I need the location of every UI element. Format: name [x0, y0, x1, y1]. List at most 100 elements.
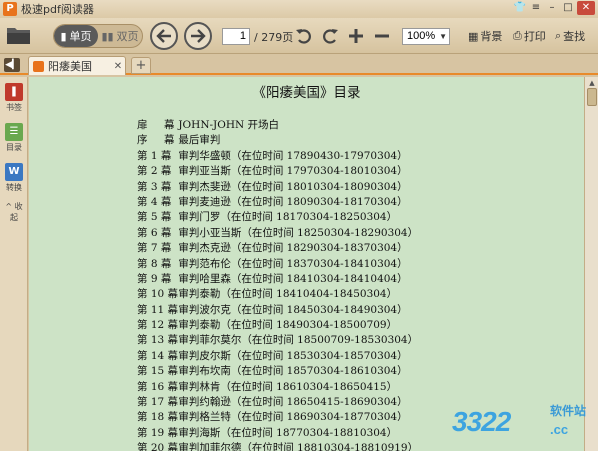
toc-entry: 第 4 幕 审判麦迪逊（在位时间 18090304-18170304） [137, 195, 418, 210]
double-page-button[interactable]: ▮▮ 双页 [98, 25, 142, 47]
toc-entry-text: 最后审判 [178, 134, 221, 147]
toc-entry: 第 1 幕 审判华盛顿（在位时间 17890430-17970304） [137, 149, 418, 164]
tab-bar: ◀▎ 阳痿美国 ✕ + [0, 55, 598, 75]
toc-entry-text: 审判杰斐逊（在位时间 18010304-18090304） [178, 180, 408, 193]
toc-entry-label: 第 10 幕 [137, 288, 179, 301]
tab-document[interactable]: 阳痿美国 ✕ [28, 56, 126, 75]
double-page-icon: ▮▮ [101, 29, 114, 43]
tab-label: 阳痿美国 [48, 60, 92, 73]
double-page-label: 双页 [116, 30, 139, 43]
scroll-thumb[interactable] [587, 88, 597, 106]
toc-entry-label: 第 9 幕 [137, 272, 172, 285]
toc-entry-text: 审判华盛顿（在位时间 17890430-17970304） [178, 149, 408, 162]
arrow-left-icon [156, 29, 171, 43]
toc-entry-text: 审判小亚当斯（在位时间 18250304-18290304） [178, 226, 419, 239]
print-button[interactable]: ⎙ 打印 [513, 28, 546, 44]
rotate-right-icon[interactable] [320, 26, 340, 46]
view-mode-toggle: ▮ 单页 ▮▮ 双页 [53, 24, 143, 48]
search-label: 查找 [563, 30, 586, 43]
chevron-down-icon: ▼ [439, 32, 447, 41]
skin-icon[interactable]: 👕 [513, 1, 527, 15]
window-title: 极速pdf阅读器 [21, 3, 94, 16]
site-watermark-logo: 3322 软件站 .cc [452, 398, 592, 448]
toc-entry-text: 审判菲尔莫尔（在位时间 18500709-18530304） [178, 334, 419, 347]
toc-entry-text: 审判约翰逊（在位时间 18650415-18690304） [178, 396, 408, 409]
toc-entry-label: 序 幕 [137, 134, 178, 147]
toc-entry-text: 审判林肯（在位时间 18610304-18650415） [178, 380, 398, 393]
convert-icon: W [5, 163, 23, 181]
search-button[interactable]: ⌕ 查找 [555, 28, 585, 44]
sidebar-toggle-icon[interactable]: ◀▎ [4, 58, 20, 72]
close-icon[interactable]: ✕ [577, 1, 595, 15]
previous-page-button[interactable] [150, 22, 178, 50]
toc-entry-text: 审判范布伦（在位时间 18370304-18410304） [178, 257, 408, 270]
new-tab-button[interactable]: + [131, 57, 151, 74]
toc-entry-text: 审判杰克逊（在位时间 18290304-18370304） [178, 242, 408, 255]
single-page-button[interactable]: ▮ 单页 [54, 25, 98, 47]
sidebar-item-convert[interactable]: W 转换 [2, 163, 26, 193]
toc-entry: 第 7 幕 审判杰克逊（在位时间 18290304-18370304） [137, 241, 418, 256]
toc-entry-text: 审判海斯（在位时间 18770304-18810304） [178, 426, 398, 439]
toc-entry: 第 17 幕 审判约翰逊（在位时间 18650415-18690304） [137, 395, 418, 410]
app-icon: P [3, 2, 17, 16]
watermark-number: 3322 [452, 406, 511, 437]
toc-entry: 第 16 幕 审判林肯（在位时间 18610304-18650415） [137, 380, 418, 395]
toc-entry: 第 8 幕 审判范布伦（在位时间 18370304-18410304） [137, 257, 418, 272]
pdf-file-icon [33, 60, 44, 72]
toc-entry-text: 审判加菲尔德（在位时间 18810304-18810919） [178, 442, 419, 451]
zoom-in-icon[interactable] [346, 26, 366, 46]
toc-entry-label: 第 20 幕 [137, 442, 179, 451]
table-of-contents: 扉 幕 JOHN-JOHN 开场白序 幕 最后审判第 1 幕 审判华盛顿（在位时… [137, 118, 418, 451]
zoom-out-icon[interactable] [372, 26, 392, 46]
toc-entry-label: 第 6 幕 [137, 226, 172, 239]
zoom-select[interactable]: 100% ▼ [402, 28, 450, 45]
toc-entry: 序 幕 最后审判 [137, 133, 418, 148]
toc-entry-text: 审判哈里森（在位时间 18410304-18410404） [178, 272, 408, 285]
title-bar: P 极速pdf阅读器 👕 ≡ – □ ✕ [0, 0, 598, 18]
maximize-icon[interactable]: □ [561, 1, 575, 15]
background-button[interactable]: ▦ 背景 [468, 28, 502, 44]
toc-entry-label: 第 19 幕 [137, 426, 179, 439]
toc-entry: 第 11 幕 审判波尔克（在位时间 18450304-18490304） [137, 303, 418, 318]
sidebar-item-bookmarks[interactable]: ❚ 书签 [2, 83, 26, 113]
toc-entry: 第 10 幕 审判泰勒（在位时间 18410404-18450304） [137, 287, 418, 302]
toc-entry: 第 20 幕 审判加菲尔德（在位时间 18810304-18810919） [137, 441, 418, 451]
toc-entry: 第 18 幕 审判格兰特（在位时间 18690304-18770304） [137, 410, 418, 425]
vertical-scrollbar[interactable]: ▲ [584, 77, 598, 451]
printer-icon: ⎙ [513, 29, 522, 42]
sidebar-item-label: 目录 [6, 143, 22, 152]
sidebar-collapse-button[interactable]: ^ 收起 [2, 201, 26, 223]
tab-close-icon[interactable]: ✕ [111, 61, 125, 72]
sidebar-item-toc[interactable]: ☰ 目录 [2, 123, 26, 153]
next-page-button[interactable] [184, 22, 212, 50]
toc-entry-text: 审判泰勒（在位时间 18410404-18450304） [178, 288, 398, 301]
toc-entry-text: 审判格兰特（在位时间 18690304-18770304） [178, 411, 408, 424]
toc-entry-text: 审判皮尔斯（在位时间 18530304-18570304） [178, 349, 408, 362]
toc-entry-label: 第 16 幕 [137, 380, 179, 393]
bookmark-icon: ❚ [5, 83, 23, 101]
toc-entry-text: 审判门罗（在位时间 18170304-18250304） [178, 211, 398, 224]
toc-entry: 扉 幕 JOHN-JOHN 开场白 [137, 118, 418, 133]
minimize-icon[interactable]: – [545, 1, 559, 15]
left-sidebar: ❚ 书签 ☰ 目录 W 转换 ^ 收起 [0, 77, 28, 451]
print-label: 打印 [523, 30, 546, 43]
scroll-up-icon[interactable]: ▲ [587, 79, 597, 87]
menu-icon[interactable]: ≡ [529, 1, 543, 15]
collapse-label: 收起 [10, 202, 23, 222]
toc-entry-text: 审判亚当斯（在位时间 17970304-18010304） [178, 165, 408, 178]
toc-entry: 第 6 幕 审判小亚当斯（在位时间 18250304-18290304） [137, 226, 418, 241]
document-viewer[interactable]: 《阳痿美国》目录 扉 幕 JOHN-JOHN 开场白序 幕 最后审判第 1 幕 … [29, 77, 584, 451]
toc-entry-label: 第 14 幕 [137, 349, 179, 362]
toc-entry-label: 第 1 幕 [137, 149, 172, 162]
toc-entry-label: 第 11 幕 [137, 303, 179, 316]
toc-entry-label: 第 12 幕 [137, 319, 179, 332]
toc-entry: 第 13 幕 审判菲尔莫尔（在位时间 18500709-18530304） [137, 333, 418, 348]
page-number-input[interactable]: 1 [222, 28, 250, 45]
toc-entry-label: 第 2 幕 [137, 165, 172, 178]
toc-entry: 第 12 幕 审判泰勒（在位时间 18490304-18500709） [137, 318, 418, 333]
rotate-left-icon[interactable] [294, 26, 314, 46]
toc-entry: 第 14 幕 审判皮尔斯（在位时间 18530304-18570304） [137, 349, 418, 364]
toc-entry-label: 扉 幕 [137, 119, 178, 131]
background-icon: ▦ [468, 29, 479, 43]
open-folder-icon[interactable] [6, 24, 32, 46]
